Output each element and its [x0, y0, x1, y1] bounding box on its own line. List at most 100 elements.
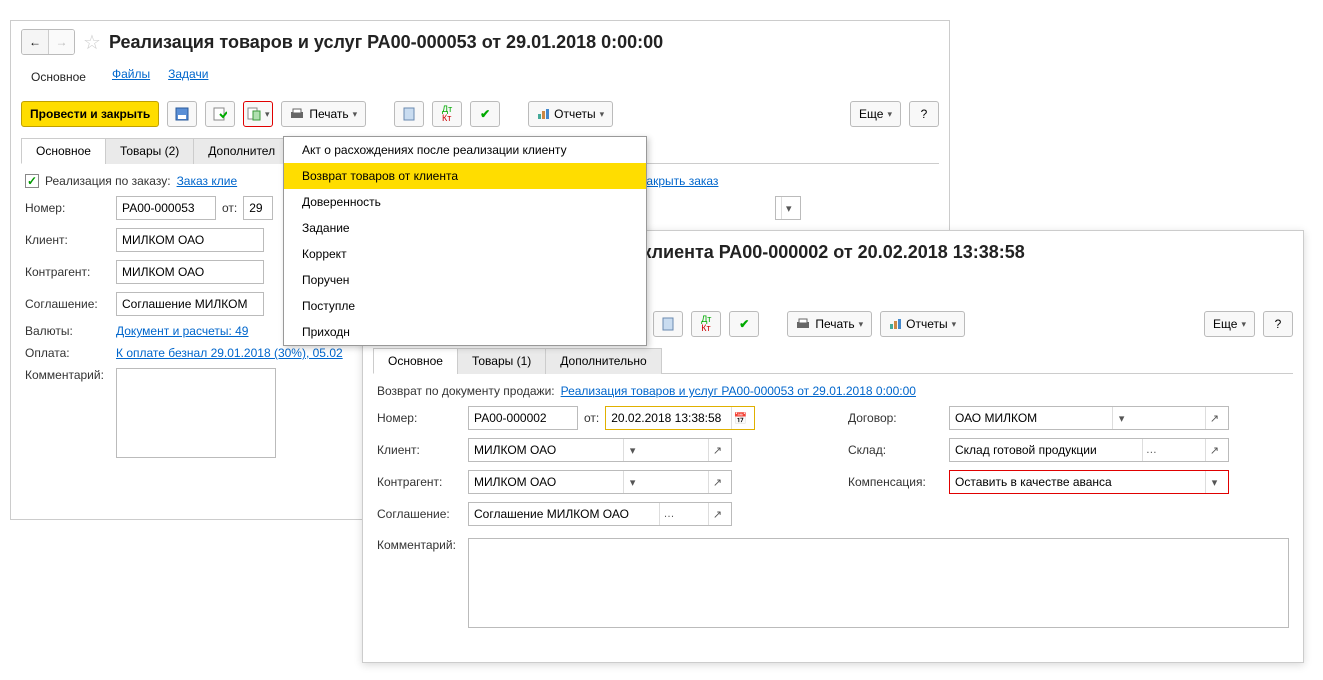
tab-main[interactable]: Основное — [21, 138, 106, 164]
menu-income[interactable]: Приходн — [284, 319, 646, 345]
contract-label: Договор: — [848, 411, 943, 425]
check-icon: ✔ — [480, 107, 490, 121]
num-input[interactable]: РА00-000053 — [116, 196, 216, 220]
comment-label: Комментарий: — [377, 538, 462, 552]
comment-textarea[interactable] — [468, 538, 1289, 628]
menu-return[interactable]: Возврат товаров от клиента — [284, 163, 646, 189]
doc-button[interactable] — [653, 311, 683, 337]
reports-icon — [889, 318, 901, 330]
menu-proxy[interactable]: Доверенность — [284, 189, 646, 215]
print-button[interactable]: Печать ▾ — [281, 101, 366, 127]
reports-label: Отчеты — [906, 317, 947, 331]
tab-main[interactable]: Основное — [373, 348, 458, 374]
tab-goods[interactable]: Товары (2) — [105, 138, 194, 164]
tab-goods[interactable]: Товары (1) — [457, 348, 546, 374]
comp-label: Компенсация: — [848, 475, 943, 489]
comment-label: Комментарий: — [25, 368, 110, 382]
agr-input[interactable]: Соглашение МИЛКОМ ОАО … ↗ — [468, 502, 732, 526]
pay-link[interactable]: К оплате безнал 29.01.2018 (30%), 05.02 — [116, 346, 343, 360]
help-button[interactable]: ? — [909, 101, 939, 127]
nav-forward[interactable]: → — [48, 30, 74, 54]
contr-input[interactable]: МИЛКОМ ОАО ▾ ↗ — [468, 470, 732, 494]
help-button[interactable]: ? — [1263, 311, 1293, 337]
tab-extra[interactable]: Дополнительно — [545, 348, 661, 374]
contr-label: Контрагент: — [25, 265, 110, 279]
subnav-tasks[interactable]: Задачи — [168, 67, 208, 87]
more-button[interactable]: Еще▾ — [1204, 311, 1255, 337]
curr-label: Валюты: — [25, 324, 110, 338]
dropdown-icon[interactable]: ▾ — [1205, 471, 1223, 493]
dropdown-icon[interactable]: ▾ — [623, 471, 641, 493]
reports-icon — [537, 108, 549, 120]
open-icon[interactable]: ↗ — [708, 503, 726, 525]
favorite-icon[interactable]: ☆ — [83, 30, 101, 55]
check-button[interactable]: ✔ — [470, 101, 500, 127]
nav-back[interactable]: ← — [22, 30, 48, 54]
open-icon[interactable]: ↗ — [1205, 407, 1223, 429]
return-doc-link[interactable]: Реализация товаров и услуг РА00-000053 о… — [561, 384, 916, 398]
reports-button[interactable]: Отчеты ▾ — [880, 311, 965, 337]
stock-label: Склад: — [848, 443, 943, 457]
agr-label: Соглашение: — [25, 297, 110, 311]
create-based-button[interactable]: ▾ — [243, 101, 273, 127]
dtct-icon: ДтКт — [442, 105, 452, 123]
client-input[interactable]: МИЛКОМ ОАО — [116, 228, 264, 252]
page-title: Реализация товаров и услуг РА00-000053 о… — [109, 32, 663, 53]
tabs: Основное Товары (1) Дополнительно — [373, 347, 1293, 374]
reports-button[interactable]: Отчеты ▾ — [528, 101, 613, 127]
open-icon[interactable]: ↗ — [708, 439, 726, 461]
from-label: от: — [584, 411, 599, 425]
menu-act[interactable]: Акт о расхождениях после реализации клие… — [284, 137, 646, 163]
form-area: Возврат по документу продажи: Реализация… — [363, 374, 1303, 646]
dropdown-icon[interactable]: ▾ — [1112, 407, 1130, 429]
contr-input[interactable]: МИЛКОМ ОАО — [116, 260, 264, 284]
menu-task[interactable]: Задание — [284, 215, 646, 241]
check-button[interactable]: ✔ — [729, 311, 759, 337]
post-button[interactable] — [205, 101, 235, 127]
num-input[interactable]: РА00-000002 — [468, 406, 578, 430]
dropdown-icon[interactable]: ▾ — [623, 439, 641, 461]
date-input[interactable]: 20.02.2018 13:38:58 📅 — [605, 406, 755, 430]
check-icon: ✔ — [739, 317, 749, 331]
date-input[interactable]: 29 — [243, 196, 273, 220]
print-label: Печать — [815, 317, 854, 331]
agr-input[interactable]: Соглашение МИЛКОМ — [116, 292, 264, 316]
menu-correct[interactable]: Коррект — [284, 241, 646, 267]
nav-arrows: ← → — [21, 29, 75, 55]
open-icon[interactable]: ↗ — [708, 471, 726, 493]
subnav-files[interactable]: Файлы — [112, 67, 150, 87]
doc-button[interactable] — [394, 101, 424, 127]
select-icon[interactable]: … — [659, 503, 677, 525]
calendar-icon[interactable]: 📅 — [731, 407, 749, 429]
open-icon[interactable]: ↗ — [1205, 439, 1223, 461]
dtct-button[interactable]: ДтКт — [432, 101, 462, 127]
post-close-button[interactable]: Провести и закрыть — [21, 101, 159, 127]
printer-icon — [796, 318, 810, 330]
tab-extra[interactable]: Дополнител — [193, 138, 290, 164]
comment-textarea[interactable] — [116, 368, 276, 458]
subnav: Основное Файлы Задачи — [11, 63, 949, 97]
realize-checkbox[interactable] — [25, 174, 39, 188]
dtct-button[interactable]: ДтКт — [691, 311, 721, 337]
client-input[interactable]: МИЛКОМ ОАО ▾ ↗ — [468, 438, 732, 462]
subnav-main[interactable]: Основное — [23, 67, 94, 87]
contr-label: Контрагент: — [377, 475, 462, 489]
return-label: Возврат по документу продажи: — [377, 384, 555, 398]
post-icon — [213, 107, 227, 121]
more-button[interactable]: Еще▾ — [850, 101, 901, 127]
toolbar: Провести и закрыть ▾ Печать ▾ ДтКт ✔ — [11, 97, 949, 137]
save-icon — [175, 107, 189, 121]
save-button[interactable] — [167, 101, 197, 127]
comp-input[interactable]: Оставить в качестве аванса ▾ — [949, 470, 1229, 494]
stock-input[interactable]: Склад готовой продукции … ↗ — [949, 438, 1229, 462]
select-icon[interactable]: … — [1142, 439, 1160, 461]
unknown-dropdown[interactable]: ▾ — [775, 196, 801, 220]
menu-receipt[interactable]: Поступле — [284, 293, 646, 319]
print-button[interactable]: Печать ▾ — [787, 311, 872, 337]
order-link[interactable]: Заказ клие — [177, 174, 238, 188]
close-order-link[interactable]: Закрыть заказ — [639, 174, 718, 188]
contract-input[interactable]: ОАО МИЛКОМ ▾ ↗ — [949, 406, 1229, 430]
menu-assign[interactable]: Поручен — [284, 267, 646, 293]
dtct-icon: ДтКт — [701, 315, 711, 333]
curr-link[interactable]: Документ и расчеты: 49 — [116, 324, 248, 338]
